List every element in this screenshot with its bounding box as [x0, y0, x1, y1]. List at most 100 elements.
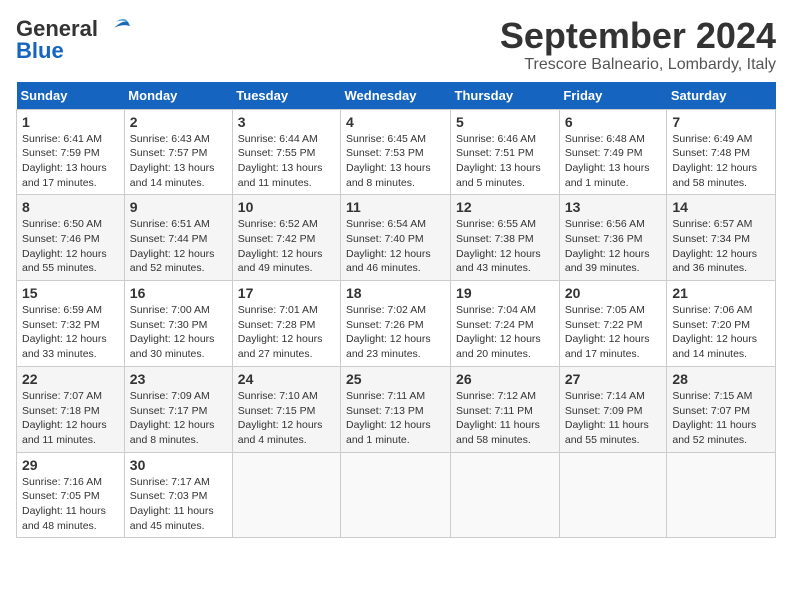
calendar-table: SundayMondayTuesdayWednesdayThursdayFrid…: [16, 82, 776, 539]
day-info-text: Sunrise: 6:41 AM Sunset: 7:59 PM Dayligh…: [22, 132, 119, 191]
calendar-cell: [451, 452, 560, 538]
calendar-cell: 29 Sunrise: 7:16 AM Sunset: 7:05 PM Dayli…: [17, 452, 125, 538]
weekday-header-monday: Monday: [124, 82, 232, 110]
weekday-header-thursday: Thursday: [451, 82, 560, 110]
day-info-text: Sunrise: 6:50 AM Sunset: 7:46 PM Dayligh…: [22, 217, 119, 276]
day-number: 27: [565, 371, 662, 387]
day-number: 24: [238, 371, 335, 387]
day-number: 4: [346, 114, 445, 130]
day-number: 10: [238, 199, 335, 215]
day-info-text: Sunrise: 6:59 AM Sunset: 7:32 PM Dayligh…: [22, 303, 119, 362]
title-section: September 2024 Trescore Balneario, Lomba…: [500, 16, 776, 74]
day-number: 29: [22, 457, 119, 473]
calendar-cell: 16 Sunrise: 7:00 AM Sunset: 7:30 PM Dayli…: [124, 281, 232, 367]
calendar-cell: [559, 452, 667, 538]
calendar-cell: 30 Sunrise: 7:17 AM Sunset: 7:03 PM Dayli…: [124, 452, 232, 538]
day-number: 11: [346, 199, 445, 215]
day-number: 9: [130, 199, 227, 215]
day-number: 2: [130, 114, 227, 130]
calendar-cell: 21 Sunrise: 7:06 AM Sunset: 7:20 PM Dayli…: [667, 281, 776, 367]
weekday-header-friday: Friday: [559, 82, 667, 110]
day-info-text: Sunrise: 7:16 AM Sunset: 7:05 PM Dayligh…: [22, 475, 119, 534]
calendar-cell: 20 Sunrise: 7:05 AM Sunset: 7:22 PM Dayli…: [559, 281, 667, 367]
calendar-cell: 1 Sunrise: 6:41 AM Sunset: 7:59 PM Daylig…: [17, 109, 125, 195]
calendar-cell: [232, 452, 340, 538]
calendar-cell: 2 Sunrise: 6:43 AM Sunset: 7:57 PM Daylig…: [124, 109, 232, 195]
month-year-title: September 2024: [500, 16, 776, 56]
logo-bird-icon: [100, 18, 132, 40]
calendar-cell: 6Sunrise: 6:48 AM Sunset: 7:49 PM Daylig…: [559, 109, 667, 195]
calendar-cell: 8Sunrise: 6:50 AM Sunset: 7:46 PM Daylig…: [17, 195, 125, 281]
day-info-text: Sunrise: 7:06 AM Sunset: 7:20 PM Dayligh…: [672, 303, 770, 362]
logo: General Blue: [16, 16, 132, 64]
day-number: 15: [22, 285, 119, 301]
calendar-cell: 25Sunrise: 7:11 AM Sunset: 7:13 PM Dayli…: [341, 366, 451, 452]
day-number: 5: [456, 114, 554, 130]
weekday-header-row: SundayMondayTuesdayWednesdayThursdayFrid…: [17, 82, 776, 110]
day-info-text: Sunrise: 7:05 AM Sunset: 7:22 PM Dayligh…: [565, 303, 662, 362]
weekday-header-tuesday: Tuesday: [232, 82, 340, 110]
day-number: 13: [565, 199, 662, 215]
day-info-text: Sunrise: 7:00 AM Sunset: 7:30 PM Dayligh…: [130, 303, 227, 362]
day-info-text: Sunrise: 6:46 AM Sunset: 7:51 PM Dayligh…: [456, 132, 554, 191]
weekday-header-saturday: Saturday: [667, 82, 776, 110]
day-number: 14: [672, 199, 770, 215]
calendar-cell: 12Sunrise: 6:55 AM Sunset: 7:38 PM Dayli…: [451, 195, 560, 281]
day-info-text: Sunrise: 7:04 AM Sunset: 7:24 PM Dayligh…: [456, 303, 554, 362]
day-info-text: Sunrise: 7:01 AM Sunset: 7:28 PM Dayligh…: [238, 303, 335, 362]
calendar-week-row: 8Sunrise: 6:50 AM Sunset: 7:46 PM Daylig…: [17, 195, 776, 281]
day-info-text: Sunrise: 6:44 AM Sunset: 7:55 PM Dayligh…: [238, 132, 335, 191]
day-number: 18: [346, 285, 445, 301]
calendar-cell: [341, 452, 451, 538]
day-number: 30: [130, 457, 227, 473]
day-info-text: Sunrise: 6:52 AM Sunset: 7:42 PM Dayligh…: [238, 217, 335, 276]
calendar-cell: 14 Sunrise: 6:57 AM Sunset: 7:34 PM Dayli…: [667, 195, 776, 281]
day-info-text: Sunrise: 6:48 AM Sunset: 7:49 PM Dayligh…: [565, 132, 662, 191]
day-number: 16: [130, 285, 227, 301]
day-number: 7: [672, 114, 770, 130]
day-info-text: Sunrise: 7:02 AM Sunset: 7:26 PM Dayligh…: [346, 303, 445, 362]
calendar-cell: 24 Sunrise: 7:10 AM Sunset: 7:15 PM Dayli…: [232, 366, 340, 452]
day-info-text: Sunrise: 7:07 AM Sunset: 7:18 PM Dayligh…: [22, 389, 119, 448]
day-number: 3: [238, 114, 335, 130]
calendar-cell: 28Sunrise: 7:15 AM Sunset: 7:07 PM Dayli…: [667, 366, 776, 452]
calendar-cell: 22 Sunrise: 7:07 AM Sunset: 7:18 PM Dayli…: [17, 366, 125, 452]
day-number: 26: [456, 371, 554, 387]
day-info-text: Sunrise: 7:09 AM Sunset: 7:17 PM Dayligh…: [130, 389, 227, 448]
calendar-cell: 9 Sunrise: 6:51 AM Sunset: 7:44 PM Daylig…: [124, 195, 232, 281]
day-number: 22: [22, 371, 119, 387]
calendar-week-row: 22 Sunrise: 7:07 AM Sunset: 7:18 PM Dayli…: [17, 366, 776, 452]
day-info-text: Sunrise: 6:51 AM Sunset: 7:44 PM Dayligh…: [130, 217, 227, 276]
day-number: 23: [130, 371, 227, 387]
calendar-cell: 4 Sunrise: 6:45 AM Sunset: 7:53 PM Daylig…: [341, 109, 451, 195]
day-info-text: Sunrise: 6:45 AM Sunset: 7:53 PM Dayligh…: [346, 132, 445, 191]
weekday-header-sunday: Sunday: [17, 82, 125, 110]
day-number: 17: [238, 285, 335, 301]
day-info-text: Sunrise: 7:17 AM Sunset: 7:03 PM Dayligh…: [130, 475, 227, 534]
calendar-cell: 19Sunrise: 7:04 AM Sunset: 7:24 PM Dayli…: [451, 281, 560, 367]
calendar-cell: 7 Sunrise: 6:49 AM Sunset: 7:48 PM Daylig…: [667, 109, 776, 195]
calendar-cell: 3 Sunrise: 6:44 AM Sunset: 7:55 PM Daylig…: [232, 109, 340, 195]
day-info-text: Sunrise: 6:57 AM Sunset: 7:34 PM Dayligh…: [672, 217, 770, 276]
calendar-cell: 17 Sunrise: 7:01 AM Sunset: 7:28 PM Dayli…: [232, 281, 340, 367]
calendar-cell: 18 Sunrise: 7:02 AM Sunset: 7:26 PM Dayli…: [341, 281, 451, 367]
day-number: 1: [22, 114, 119, 130]
day-info-text: Sunrise: 6:55 AM Sunset: 7:38 PM Dayligh…: [456, 217, 554, 276]
day-info-text: Sunrise: 7:10 AM Sunset: 7:15 PM Dayligh…: [238, 389, 335, 448]
calendar-week-row: 1 Sunrise: 6:41 AM Sunset: 7:59 PM Daylig…: [17, 109, 776, 195]
day-number: 20: [565, 285, 662, 301]
calendar-cell: 23 Sunrise: 7:09 AM Sunset: 7:17 PM Dayli…: [124, 366, 232, 452]
calendar-cell: 11 Sunrise: 6:54 AM Sunset: 7:40 PM Dayli…: [341, 195, 451, 281]
calendar-cell: 27Sunrise: 7:14 AM Sunset: 7:09 PM Dayli…: [559, 366, 667, 452]
day-info-text: Sunrise: 6:54 AM Sunset: 7:40 PM Dayligh…: [346, 217, 445, 276]
day-info-text: Sunrise: 6:49 AM Sunset: 7:48 PM Dayligh…: [672, 132, 770, 191]
day-number: 28: [672, 371, 770, 387]
day-info-text: Sunrise: 6:43 AM Sunset: 7:57 PM Dayligh…: [130, 132, 227, 191]
page-header: General Blue September 2024 Trescore Bal…: [16, 16, 776, 74]
day-number: 21: [672, 285, 770, 301]
calendar-cell: 26Sunrise: 7:12 AM Sunset: 7:11 PM Dayli…: [451, 366, 560, 452]
calendar-cell: [667, 452, 776, 538]
calendar-cell: 10 Sunrise: 6:52 AM Sunset: 7:42 PM Dayli…: [232, 195, 340, 281]
location-subtitle: Trescore Balneario, Lombardy, Italy: [500, 56, 776, 74]
calendar-week-row: 15 Sunrise: 6:59 AM Sunset: 7:32 PM Dayli…: [17, 281, 776, 367]
